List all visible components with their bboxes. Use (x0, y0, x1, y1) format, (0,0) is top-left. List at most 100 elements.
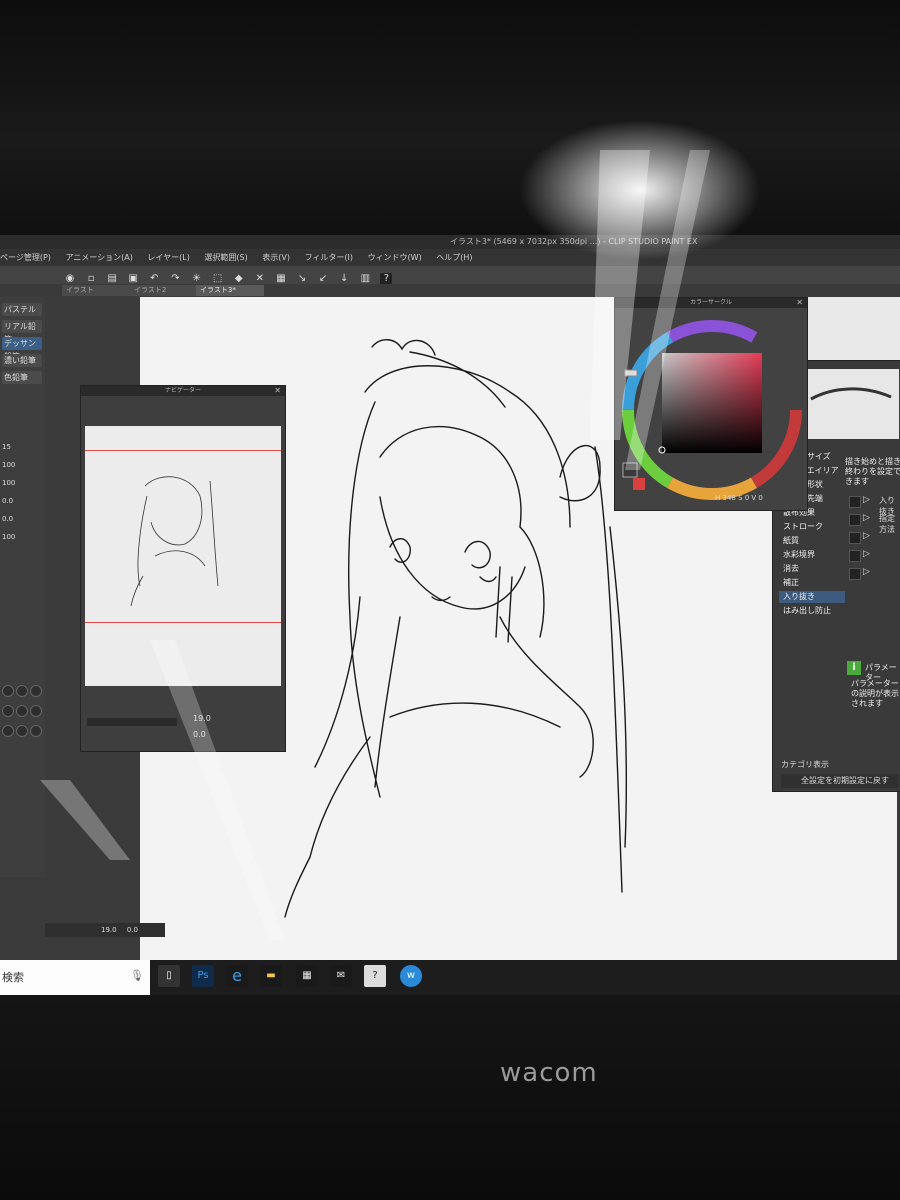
navigator-thumbnail (130, 476, 219, 607)
hsv-readout: H 348 S 0 V 0 (715, 494, 763, 502)
menu-selection[interactable]: 選択範囲(S) (204, 253, 247, 262)
brush-size-dot[interactable] (30, 705, 42, 717)
category-correction[interactable]: 補正 (779, 577, 845, 589)
brush-stroke-preview (803, 369, 899, 439)
navigator-title: ナビゲーター (81, 386, 285, 396)
menu-view[interactable]: 表示(V) (262, 253, 290, 262)
brush-size-dot[interactable] (2, 685, 14, 697)
edge-icon[interactable]: e (226, 965, 248, 987)
monitor-top-bezel (0, 0, 900, 235)
tab-illust3[interactable]: イラスト3* (196, 285, 264, 296)
density-value[interactable]: 100 (2, 479, 15, 487)
opacity-value[interactable]: 100 (2, 461, 15, 469)
view-frame-top (85, 450, 281, 451)
navigator-rotation-value[interactable]: 0.0 (193, 730, 206, 739)
wacom-icon[interactable]: w (400, 965, 422, 987)
brush-size-dot[interactable] (16, 685, 28, 697)
expand-arrow-icon[interactable]: ▷ (863, 531, 870, 541)
menu-window[interactable]: ウィンドウ(W) (368, 253, 422, 262)
status-zoom[interactable]: 19.0 (101, 926, 117, 934)
brush-size-dot[interactable] (30, 725, 42, 737)
close-icon[interactable]: ✕ (274, 386, 281, 396)
brush-size-dot[interactable] (16, 705, 28, 717)
navigator-preview[interactable] (85, 426, 281, 686)
taskbar-search[interactable]: 検索 🎙 (0, 960, 150, 995)
property-row[interactable]: ▷ 入り抜き (849, 495, 899, 516)
navigator-zoom-value[interactable]: 19.0 (193, 714, 211, 723)
checkbox[interactable] (849, 550, 861, 562)
stroke-sample (810, 387, 892, 401)
param-value-1[interactable]: 0.0 (2, 515, 13, 523)
windows-taskbar: 検索 🎙 ▯ Ps e ▬ ▦ ✉ ? w (0, 960, 900, 995)
expand-arrow-icon[interactable]: ▷ (863, 513, 870, 523)
stabilization-value[interactable]: 0.0 (2, 497, 13, 505)
category-paper[interactable]: 紙質 (779, 535, 845, 547)
menu-filter[interactable]: フィルター(I) (305, 253, 353, 262)
checkbox[interactable] (849, 514, 861, 526)
category-overflow-prevention[interactable]: はみ出し防止 (779, 605, 845, 617)
checkbox[interactable] (849, 532, 861, 544)
expand-arrow-icon[interactable]: ▷ (863, 549, 870, 559)
monitor-brand-logo: wacom (500, 1058, 598, 1088)
subtool-real-pencil[interactable]: リアル鉛筆 (2, 320, 42, 344)
search-placeholder: 検索 (2, 971, 24, 984)
param-value-2[interactable]: 100 (2, 533, 15, 541)
brush-size-dot[interactable] (2, 705, 14, 717)
category-erase[interactable]: 消去 (779, 563, 845, 575)
expand-arrow-icon[interactable]: ▷ (863, 495, 870, 505)
microphone-icon[interactable]: 🎙 (130, 969, 144, 982)
tab-illust2[interactable]: イラスト2 (130, 285, 196, 296)
menu-page[interactable]: ページ管理(P) (0, 253, 51, 262)
brush-size-value[interactable]: 15 (2, 443, 11, 451)
category-toggle-checkbox[interactable]: カテゴリ表示 (781, 759, 829, 770)
color-panel-title: カラーサークル (615, 298, 807, 308)
subtool-sketch-pencil[interactable]: デッサン鉛筆 (2, 337, 42, 361)
category-stroke[interactable]: ストローク (779, 521, 845, 533)
brush-size-dot[interactable] (2, 725, 14, 737)
menu-layer[interactable]: レイヤー(L) (147, 253, 189, 262)
property-row[interactable]: ▷ 指定方法 (849, 513, 899, 534)
brush-preview-area (806, 297, 900, 361)
menu-bar: ページ管理(P) アニメーション(A) レイヤー(L) 選択範囲(S) 表示(V… (0, 249, 900, 266)
menu-help[interactable]: ヘルプ(H) (436, 253, 472, 262)
category-taper[interactable]: 入り抜き (779, 591, 845, 603)
photoshop-icon[interactable]: Ps (192, 965, 214, 987)
left-sub-tool-panel: パステル リアル鉛筆 デッサン鉛筆 濃い鉛筆 色鉛筆 15 100 100 0.… (0, 297, 45, 877)
tab-illust1[interactable]: イラスト (62, 285, 130, 296)
menu-animation[interactable]: アニメーション(A) (65, 253, 132, 262)
canvas-tabs: イラスト イラスト2 イラスト3* (0, 284, 900, 297)
color-wheel[interactable] (615, 308, 807, 508)
view-frame-bottom (85, 622, 281, 623)
clip-studio-icon[interactable]: ? (364, 965, 386, 987)
screen: イラスト3* (5469 x 7032px 350dpi ...) - CLIP… (0, 235, 900, 995)
status-rotation[interactable]: 0.0 (127, 926, 138, 934)
subtool-dark-pencil[interactable]: 濃い鉛筆 (2, 354, 42, 367)
tool-hint: 描き始めと描き終わりを設定できます (845, 457, 900, 486)
property-row[interactable]: ▷ (849, 549, 899, 562)
category-watercolor-edge[interactable]: 水彩境界 (779, 549, 845, 561)
color-circle-panel: カラーサークル ✕ H 348 S 0 V 0 (614, 297, 808, 511)
window-title: イラスト3* (5469 x 7032px 350dpi ...) - CLIP… (450, 237, 698, 246)
reset-all-button[interactable]: 全設定を初期設定に戻す (781, 774, 899, 788)
monitor-bottom-bezel: wacom (0, 995, 900, 1200)
info-icon: i (847, 661, 861, 675)
parameter-info: i パラメーター パラメーターの説明が表示されます (847, 661, 900, 708)
subtool-pastel[interactable]: パステル (2, 303, 42, 316)
brush-size-dot[interactable] (30, 685, 42, 697)
subtool-color-pencil[interactable]: 色鉛筆 (2, 371, 42, 384)
brush-size-dot[interactable] (16, 725, 28, 737)
explorer-icon[interactable]: ▬ (260, 965, 282, 987)
checkbox[interactable] (849, 496, 861, 508)
property-row[interactable]: ▷ (849, 531, 899, 544)
mail-icon[interactable]: ✉ (330, 965, 352, 987)
expand-arrow-icon[interactable]: ▷ (863, 567, 870, 577)
zoom-slider[interactable] (87, 718, 177, 726)
checkbox[interactable] (849, 568, 861, 580)
store-icon[interactable]: ▦ (296, 965, 318, 987)
close-icon[interactable]: ✕ (796, 298, 803, 308)
info-text: パラメーターの説明が表示されます (851, 679, 899, 708)
navigator-panel: ナビゲーター ✕ 19.0 0.0 (80, 385, 286, 752)
property-row[interactable]: ▷ (849, 567, 899, 580)
command-bar: ◉ ▫ ▤ ▣ ↶ ↷ ✳ ⬚ ◆ ✕ ▦ ↘ ↙ ↓ ▥ ? (0, 266, 900, 285)
task-view-icon[interactable]: ▯ (158, 965, 180, 987)
